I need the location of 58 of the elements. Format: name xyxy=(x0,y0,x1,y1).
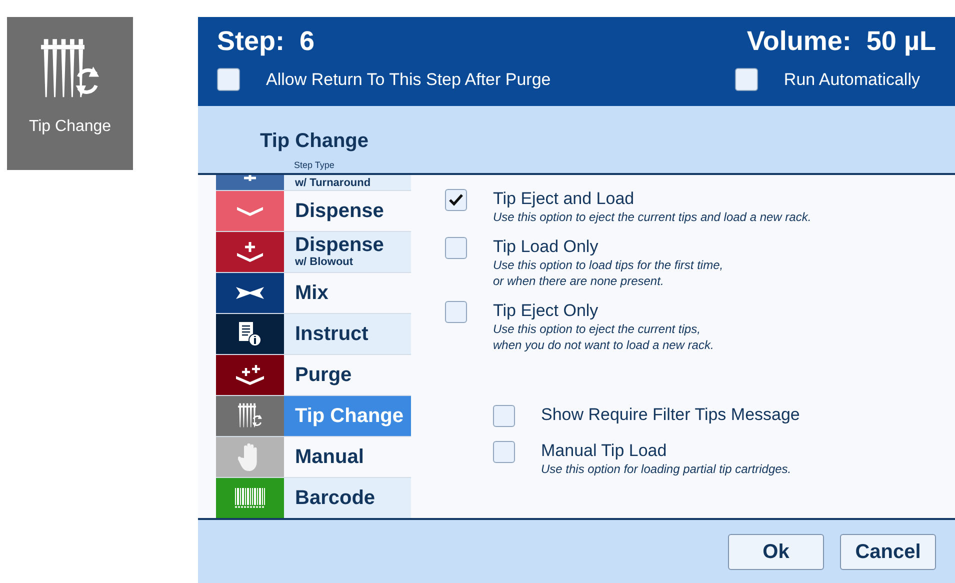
document-info-icon xyxy=(238,321,262,347)
checkbox[interactable] xyxy=(493,405,515,427)
step-type-item[interactable]: Dispense w/ Blowout xyxy=(284,232,411,272)
step-type-tile[interactable] xyxy=(216,478,284,518)
step-type-tile[interactable] xyxy=(216,273,284,313)
step-type-tile[interactable] xyxy=(216,314,284,354)
step-type-caption: Step Type xyxy=(294,159,334,172)
item-label: Tip Change xyxy=(295,406,405,426)
option-label: Show Require Filter Tips Message xyxy=(541,405,800,425)
checkmark-icon xyxy=(448,193,464,207)
item-label: Instruct xyxy=(295,324,370,344)
tile-label: Tip Change xyxy=(28,117,112,137)
step-type-tile[interactable] xyxy=(216,355,284,395)
dispense-plus-icon xyxy=(236,241,264,263)
step-number: Step: 6 xyxy=(217,24,315,58)
item-label: Mix xyxy=(295,282,330,304)
option-label: Allow Return To This Step After Purge xyxy=(266,69,551,91)
option-description: Use this option to load tips for the first time, or when there are none present. xyxy=(493,257,724,289)
step-type-item[interactable]: Tip Change xyxy=(284,396,411,436)
option-description: Use this option for loading partial tip cartridges. xyxy=(541,461,792,477)
option-label: Tip Eject and Load xyxy=(493,189,636,209)
ok-button[interactable]: Ok xyxy=(728,534,824,570)
step-type-tile[interactable] xyxy=(216,175,284,190)
option-description: Use this option to eject the current tips, when you do not want to load a new rack. xyxy=(493,321,714,353)
item-label: Dispense xyxy=(295,200,385,222)
volume-value: Volume: 50 µL xyxy=(746,24,936,58)
step-type-tile[interactable] xyxy=(216,396,284,436)
checkbox[interactable] xyxy=(493,441,515,463)
item-sublabel: w/ Turnaround xyxy=(295,177,372,190)
item-label: Barcode xyxy=(295,488,376,508)
option-label: Manual Tip Load xyxy=(541,441,668,461)
step-type-item[interactable]: w/ Turnaround xyxy=(284,175,411,190)
bowtie-icon xyxy=(235,286,265,300)
tip-change-icon xyxy=(238,402,262,430)
item-label: Dispense xyxy=(295,235,385,256)
step-type-tile[interactable] xyxy=(216,437,284,477)
item-sublabel: w/ Blowout xyxy=(295,256,354,269)
step-type-item[interactable]: Instruct xyxy=(284,314,411,354)
step-title: Tip Change xyxy=(260,129,369,154)
step-type-tile[interactable] xyxy=(216,232,284,272)
chevron-icon xyxy=(236,205,264,217)
option-label: Tip Eject Only xyxy=(493,301,600,321)
checkbox[interactable] xyxy=(734,68,758,92)
option-label: Tip Load Only xyxy=(493,237,600,257)
cancel-button[interactable]: Cancel xyxy=(840,534,936,570)
item-label: Purge xyxy=(295,364,353,386)
item-label: Manual xyxy=(295,446,365,468)
option-description: Use this option to eject the current tips and load a new rack. xyxy=(493,209,812,225)
checkbox[interactable] xyxy=(445,301,467,323)
checkbox[interactable] xyxy=(445,189,467,211)
step-type-item[interactable]: Barcode xyxy=(284,478,411,518)
option-label: Run Automatically xyxy=(784,69,920,91)
checkbox[interactable] xyxy=(217,68,240,92)
tip-change-tile[interactable]: Tip Change xyxy=(7,17,133,170)
barcode-icon xyxy=(234,487,266,509)
dispense-double-plus-icon xyxy=(235,364,265,386)
step-type-tile[interactable] xyxy=(216,191,284,231)
checkbox[interactable] xyxy=(445,237,467,259)
